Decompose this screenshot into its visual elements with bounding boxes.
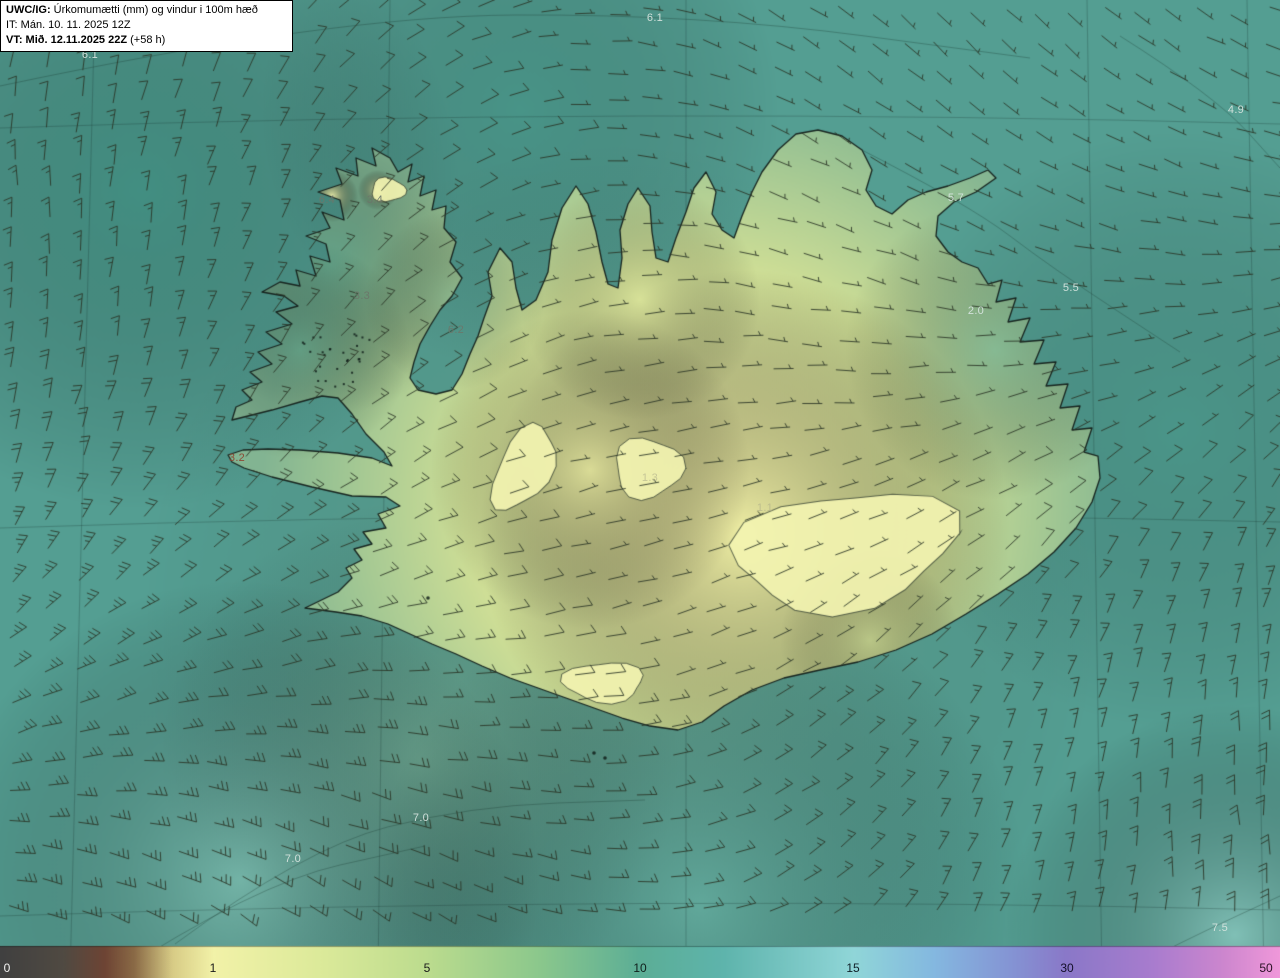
map-title: Úrkomumætti (mm) og vindur i 100m hæð [53, 4, 258, 16]
legend-line-model: UWC/IG: Úrkomumætti (mm) og vindur i 100… [6, 3, 287, 18]
valid-time-offset: (+58 h) [130, 33, 166, 46]
model-id: UWC/IG: [6, 4, 51, 16]
valid-time: VT: Mið. 12.11.2025 22Z [6, 33, 128, 46]
legend-line-valid: VT: Mið. 12.11.2025 22Z (+58 h) [6, 33, 287, 48]
weather-map: 6.1 6.1 4.9 5.7 5.5 2.0 6.4 3.4 3.3 6.2 3.2 1.3 1.1 7… [0, 0, 1280, 978]
map-canvas [0, 0, 1280, 978]
legend-box: UWC/IG: Úrkomumætti (mm) og vindur i 100… [0, 0, 293, 52]
init-time: IT: Mán. 10. 11. 2025 12Z [6, 18, 131, 31]
